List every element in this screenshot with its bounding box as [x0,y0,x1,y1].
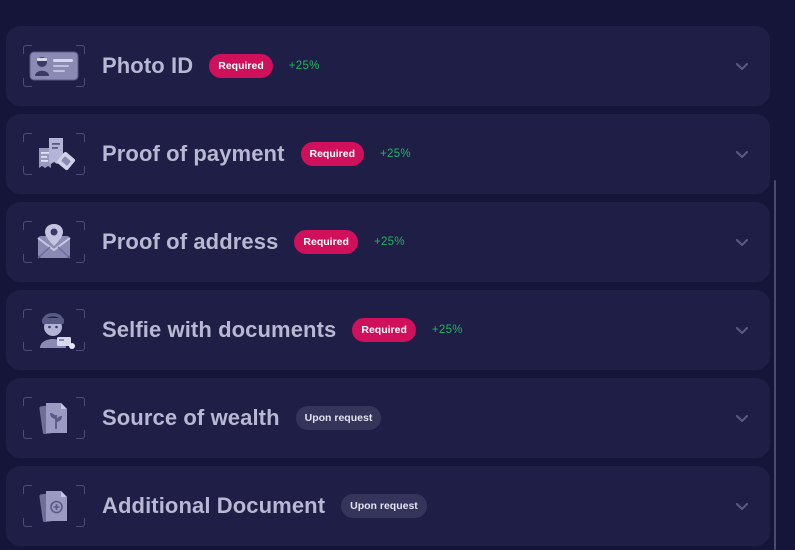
receipts-icon [23,133,85,175]
required-badge: Required [209,54,273,78]
document-title: Photo ID [102,53,194,78]
document-item-source-of-wealth[interactable]: Source of wealth Upon request [6,378,770,458]
chevron-down-icon[interactable] [734,146,750,162]
bonus-label: +25% [373,236,405,248]
document-title: Proof of address [102,229,279,254]
required-badge: Required [294,230,358,254]
chevron-down-icon[interactable] [734,58,750,74]
document-item-additional-document[interactable]: Additional Document Upon request [6,466,770,546]
document-list: Photo ID Required +25% Proof of payment … [6,26,770,550]
document-item-proof-of-address[interactable]: Proof of address Required +25% [6,202,770,282]
chevron-down-icon[interactable] [734,410,750,426]
required-badge: Required [352,318,416,342]
document-title: Proof of payment [102,141,285,166]
kyc-document-panel: Photo ID Required +25% Proof of payment … [0,0,795,550]
id-card-icon [23,45,85,87]
chevron-down-icon[interactable] [734,322,750,338]
top-strip [0,0,795,26]
location-envelope-icon [23,221,85,263]
bonus-label: +25% [431,324,463,336]
document-item-selfie-with-documents[interactable]: Selfie with documents Required +25% [6,290,770,370]
document-item-proof-of-payment[interactable]: Proof of payment Required +25% [6,114,770,194]
selfie-icon [23,309,85,351]
bonus-label: +25% [380,148,411,160]
document-title: Source of wealth [102,405,280,430]
upon-request-badge: Upon request [295,406,382,430]
upon-request-badge: Upon request [341,494,427,518]
scrollbar-thumb[interactable] [774,180,776,550]
required-badge: Required [300,142,365,166]
document-title: Additional Document [102,493,326,518]
document-item-photo-id[interactable]: Photo ID Required +25% [6,26,770,106]
wealth-document-icon [23,397,85,439]
bonus-label: +25% [288,60,320,72]
scrollbar[interactable] [774,26,777,550]
chevron-down-icon[interactable] [734,498,750,514]
document-title: Selfie with documents [102,317,337,342]
additional-document-icon [23,485,85,527]
chevron-down-icon[interactable] [734,234,750,250]
